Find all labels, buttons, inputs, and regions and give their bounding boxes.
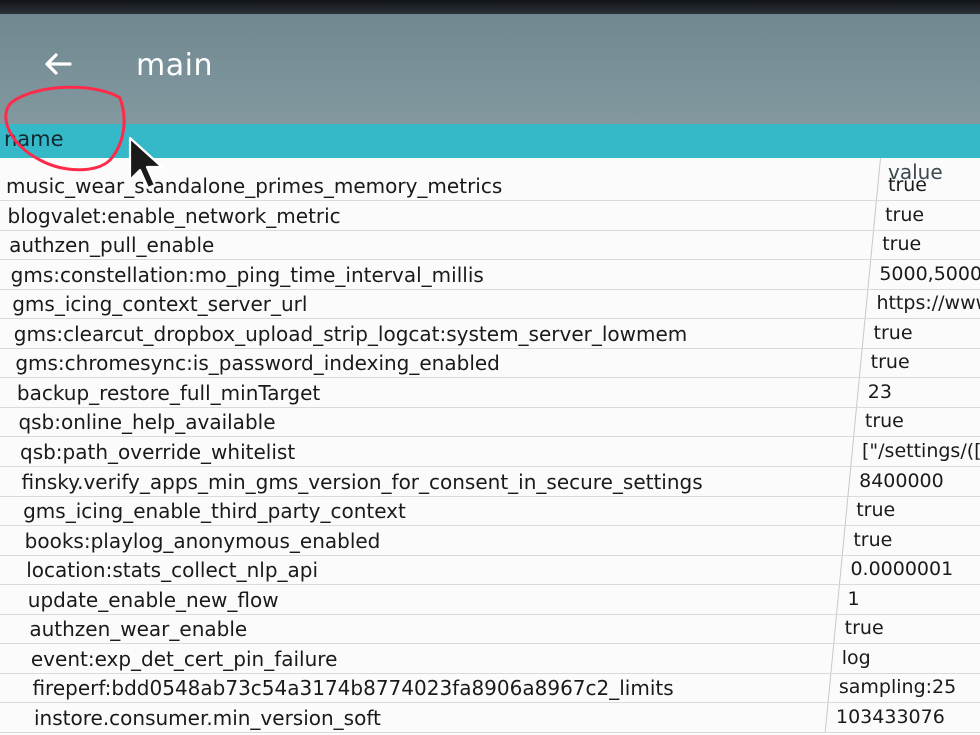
setting-name: gms:clearcut_dropbox_upload_strip_logcat… [13, 321, 688, 346]
table-row[interactable]: gms:chromesync:is_password_indexing_enab… [0, 349, 980, 379]
screen-bezel [0, 0, 980, 14]
setting-name: qsb:online_help_available [18, 410, 276, 435]
setting-value: 1 [847, 587, 860, 610]
setting-value: sampling:25 [838, 676, 957, 699]
setting-name: music_wear_standalone_primes_memory_metr… [6, 174, 503, 198]
setting-name: fireperf:bdd0548ab73c54a3174b8774023fa89… [32, 676, 674, 701]
setting-value: 8400000 [859, 469, 944, 492]
setting-name: instore.consumer.min_version_soft [34, 706, 381, 730]
setting-name: authzen_wear_enable [29, 617, 248, 642]
setting-value: true [888, 174, 927, 196]
setting-name: backup_restore_full_minTarget [16, 380, 321, 405]
setting-value: true [870, 351, 910, 374]
setting-value: true [864, 410, 904, 433]
setting-name: gms:constellation:mo_ping_time_interval_… [10, 262, 484, 287]
table-row[interactable]: update_enable_new_flow 1 [0, 586, 980, 615]
page-title: main [136, 48, 213, 83]
table-row[interactable]: instore.consumer.min_version_soft 1034330… [0, 704, 980, 733]
setting-value: true [882, 233, 922, 256]
table-row[interactable]: location:stats_collect_nlp_api 0.0000001 [0, 556, 980, 586]
setting-name: finsky.verify_apps_min_gms_version_for_c… [21, 469, 703, 494]
column-header-name[interactable]: name [4, 127, 64, 151]
setting-value: true [853, 528, 893, 551]
table-row[interactable]: finsky.verify_apps_min_gms_version_for_c… [0, 468, 980, 497]
setting-name: authzen_pull_enable [9, 233, 215, 258]
setting-name: location:stats_collect_nlp_api [26, 558, 319, 583]
setting-name: gms_icing_context_server_url [12, 292, 308, 317]
table-row[interactable]: authzen_pull_enable true [0, 231, 980, 261]
setting-value: 5000,5000, [879, 262, 980, 285]
setting-name: event:exp_det_cert_pin_failure [30, 646, 338, 671]
mouse-pointer-icon [128, 136, 164, 190]
setting-value: true [844, 617, 884, 640]
table-row[interactable]: event:exp_det_cert_pin_failure log [0, 645, 980, 674]
setting-value: true [856, 499, 896, 522]
setting-name: gms:chromesync:is_password_indexing_enab… [15, 351, 500, 376]
setting-value: 23 [867, 380, 892, 403]
device-screen: main name value music_wear_standalone_pr… [0, 0, 980, 735]
back-arrow-icon[interactable] [38, 44, 78, 84]
table-row[interactable]: gms:constellation:mo_ping_time_interval_… [0, 261, 980, 290]
table-row[interactable]: blogvalet:enable_network_metric true [0, 202, 980, 231]
table-row[interactable]: books:playlog_anonymous_enabled true [0, 527, 980, 556]
setting-name: update_enable_new_flow [27, 587, 279, 612]
app-bar: main [0, 14, 980, 132]
table-row[interactable]: fireperf:bdd0548ab73c54a3174b8774023fa89… [0, 674, 980, 704]
setting-value: 0.0000001 [850, 558, 954, 581]
table-row[interactable]: gms:clearcut_dropbox_upload_strip_logcat… [0, 320, 980, 349]
table-row[interactable]: backup_restore_full_minTarget 23 [0, 379, 980, 408]
table-row[interactable]: qsb:path_override_whitelist ["/settings/(… [0, 438, 980, 467]
setting-value: log [841, 646, 871, 669]
table-row[interactable]: authzen_wear_enable true [0, 615, 980, 645]
setting-name: blogvalet:enable_network_metric [7, 203, 341, 228]
setting-value: https://www [876, 292, 980, 315]
table-row[interactable]: gms_icing_context_server_url https://www [0, 290, 980, 320]
setting-name: gms_icing_enable_third_party_context [23, 499, 406, 524]
setting-value: ["/settings/([ [862, 440, 980, 462]
setting-name: qsb:path_override_whitelist [20, 440, 296, 464]
setting-value: 103433076 [836, 706, 945, 728]
setting-value: true [873, 321, 913, 344]
setting-value: true [885, 203, 925, 226]
setting-name: books:playlog_anonymous_enabled [24, 528, 381, 553]
table-row[interactable]: gms_icing_enable_third_party_context true [0, 497, 980, 527]
table-row[interactable]: qsb:online_help_available true [0, 408, 980, 438]
